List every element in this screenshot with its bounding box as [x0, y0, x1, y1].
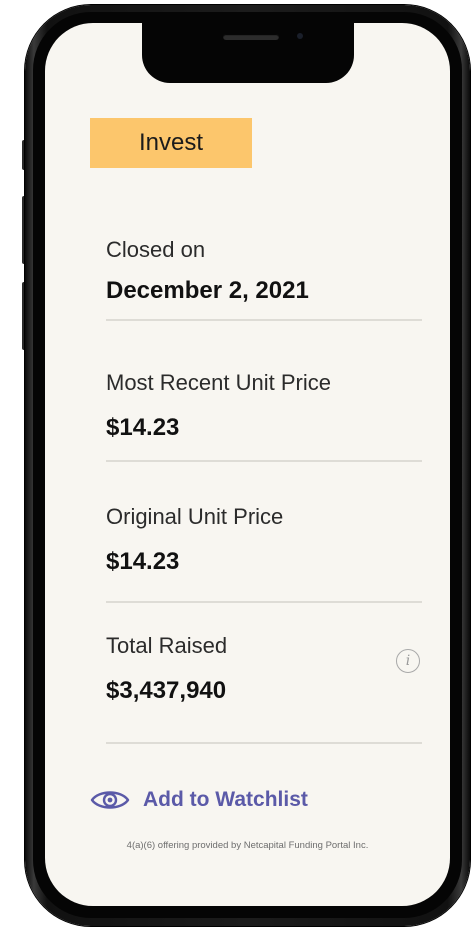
divider [106, 742, 422, 744]
stat-value: $14.23 [106, 548, 180, 575]
phone-screen: Invest Closed on December 2, 2021 Most R… [45, 23, 450, 906]
stat-most-recent-unit-price: Most Recent Unit Price $14.23 [106, 369, 422, 443]
front-camera [297, 33, 303, 39]
offering-footnote: 4(a)(6) offering provided by Netcapital … [126, 840, 369, 851]
invest-button[interactable]: Invest [90, 118, 252, 168]
device-mockup: Invest Closed on December 2, 2021 Most R… [0, 0, 474, 931]
eye-icon [90, 791, 130, 809]
divider [106, 460, 422, 462]
stat-value: $3,437,940 [106, 677, 227, 704]
stat-value: December 2, 2021 [106, 277, 309, 304]
stat-label: Closed on [106, 237, 206, 262]
stat-total-raised: Total Raised $3,437,940 [106, 632, 422, 706]
earpiece-speaker [223, 34, 279, 40]
notch-area [45, 23, 450, 83]
watchlist-label: Add to Watchlist [143, 788, 308, 811]
info-icon[interactable]: i [396, 649, 420, 673]
stat-closed-on: Closed on December 2, 2021 [106, 236, 422, 306]
divider [106, 319, 422, 321]
stat-label: Most Recent Unit Price [106, 370, 331, 395]
notch [142, 23, 354, 83]
stat-label: Total Raised [106, 633, 228, 658]
stat-original-unit-price: Original Unit Price $14.23 [106, 503, 422, 577]
stat-value: $14.23 [106, 414, 180, 441]
add-to-watchlist-button[interactable]: Add to Watchlist [90, 785, 308, 815]
stat-label: Original Unit Price [106, 504, 284, 529]
divider [106, 601, 422, 603]
